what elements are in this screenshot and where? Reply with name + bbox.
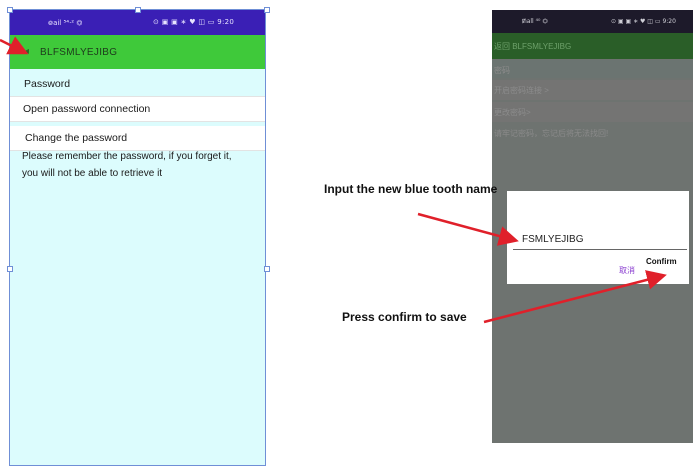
arrow-to-confirm-button bbox=[483, 270, 667, 324]
arrow-to-name-input bbox=[417, 212, 519, 246]
arrow-to-device-name bbox=[0, 36, 29, 55]
annotation-arrows bbox=[0, 36, 667, 324]
